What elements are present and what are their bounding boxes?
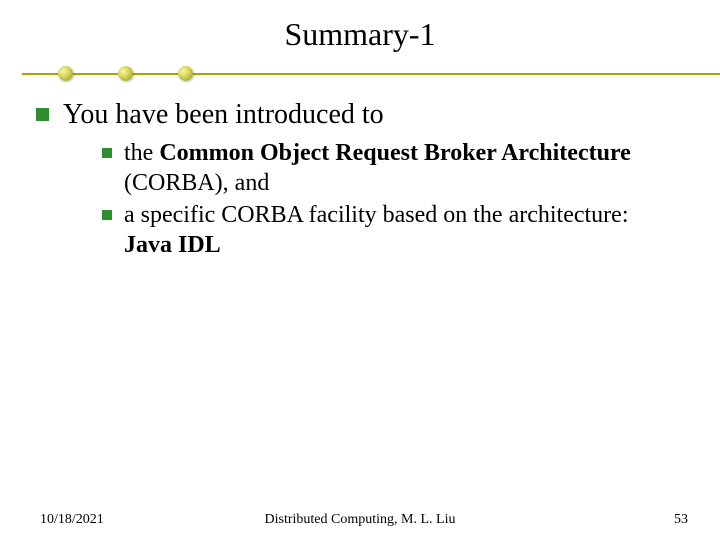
text-run: (CORBA), and	[124, 170, 269, 196]
footer-title: Distributed Computing, M. L. Liu	[0, 512, 720, 528]
bullet-level2-text: the Common Object Request Broker Archite…	[124, 138, 644, 198]
square-bullet-icon	[102, 148, 112, 158]
slide: Summary-1 You have been introduced to th…	[0, 0, 720, 540]
text-run-bold: Common Object Request Broker Architectur…	[159, 140, 630, 166]
bullet-level2: the Common Object Request Broker Archite…	[102, 138, 680, 198]
content-area: You have been introduced to the Common O…	[0, 85, 720, 260]
slide-title: Summary-1	[0, 16, 720, 53]
square-bullet-icon	[36, 108, 49, 121]
text-run-bold: Java IDL	[124, 232, 221, 258]
square-bullet-icon	[102, 210, 112, 220]
title-area: Summary-1	[0, 0, 720, 53]
sub-bullets: the Common Object Request Broker Archite…	[102, 138, 680, 260]
title-rule	[0, 61, 720, 85]
bullet-level2: a specific CORBA facility based on the a…	[102, 200, 680, 260]
footer-page-number: 53	[674, 512, 688, 528]
bullet-level1-text: You have been introduced to	[63, 97, 384, 132]
bullet-level1: You have been introduced to	[36, 97, 680, 132]
bullet-level2-text: a specific CORBA facility based on the a…	[124, 200, 644, 260]
text-run: a specific CORBA facility based on the a…	[124, 202, 629, 228]
decor-dot-icon	[58, 66, 73, 81]
decor-dot-icon	[178, 66, 193, 81]
text-run: the	[124, 140, 159, 166]
decor-dot-icon	[118, 66, 133, 81]
